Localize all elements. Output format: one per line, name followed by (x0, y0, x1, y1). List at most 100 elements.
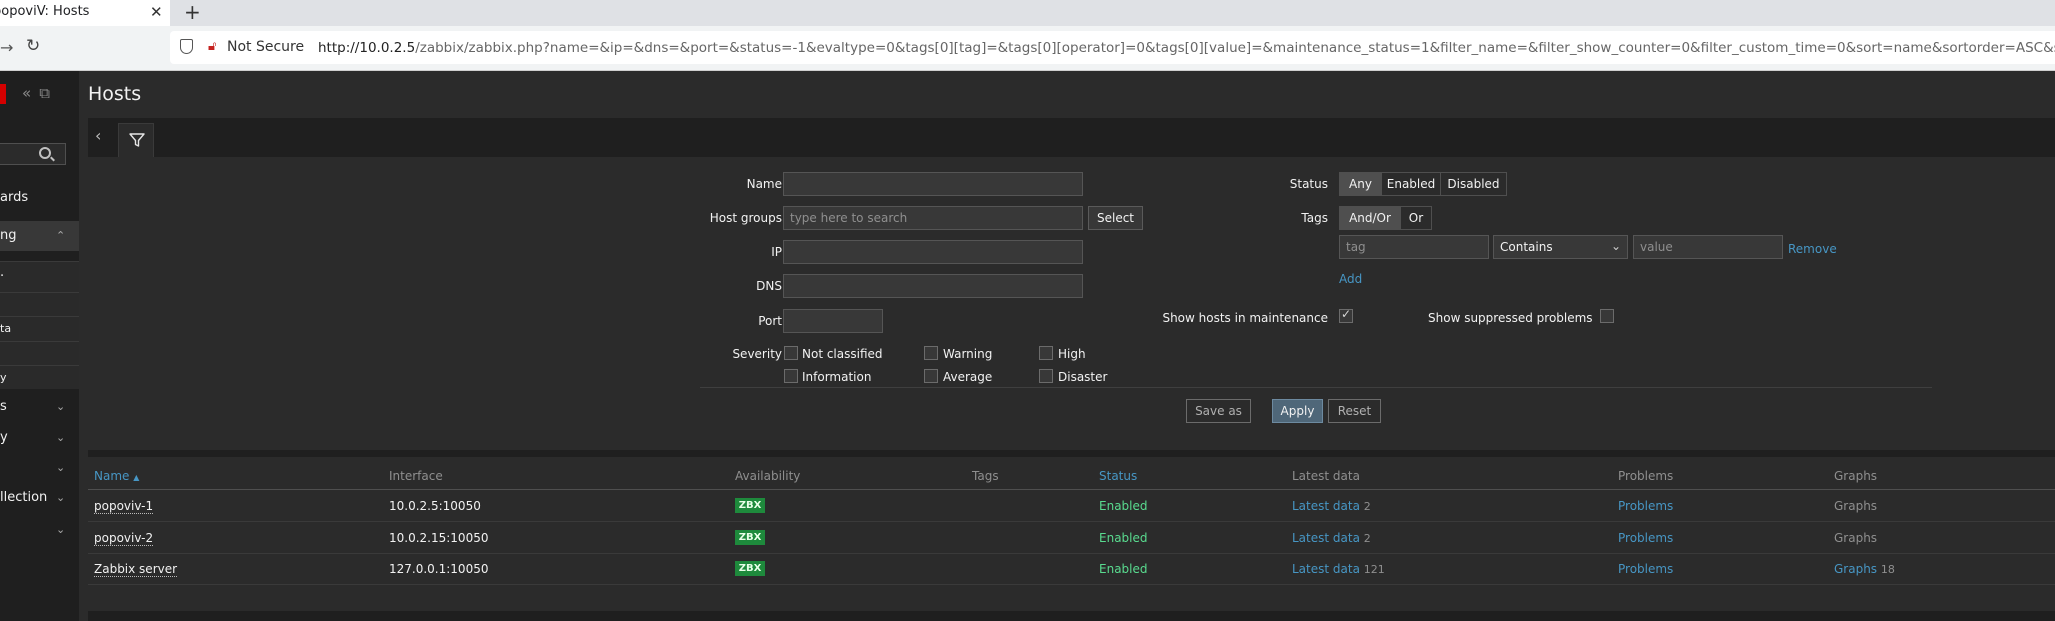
url-text[interactable]: http://10.0.2.5/zabbix/zabbix.php?name=&… (318, 40, 2055, 56)
sidebar-item-label: ards (0, 190, 29, 205)
sidebar-item-services[interactable]: s ⌄ (0, 394, 79, 422)
host-name-link[interactable]: popoviv-2 (94, 531, 154, 546)
severity-warning-checkbox[interactable] (924, 346, 938, 360)
browser-tab-bar: popoviV: Hosts ✕ + (0, 0, 2055, 26)
table-row: popoviv-2 10.0.2.15:10050 ZBX Enabled La… (88, 522, 2055, 553)
graphs-text: Graphs (1834, 531, 1878, 545)
graphs-link[interactable]: Graphs (1834, 562, 1877, 576)
search-icon[interactable] (39, 147, 51, 159)
column-header-graphs: Graphs (1834, 469, 1878, 483)
sidebar-item-label: y (0, 430, 8, 445)
new-tab-icon[interactable]: + (184, 0, 201, 24)
host-name-link[interactable]: popoviv-1 (94, 499, 154, 514)
reset-button[interactable]: Reset (1328, 399, 1381, 423)
filter-panel: Name Host groups type here to search Sel… (88, 157, 2055, 450)
reload-icon[interactable]: ↻ (26, 36, 40, 56)
status-any-toggle[interactable]: Any (1339, 172, 1382, 196)
filter-tab[interactable] (118, 123, 154, 157)
address-bar[interactable]: 🔓︎ Not Secure http://10.0.2.5/zabbix/zab… (170, 31, 2055, 64)
name-label: Name (746, 177, 782, 191)
latest-data-count: 2 (1363, 532, 1371, 545)
apply-button[interactable]: Apply (1272, 399, 1323, 423)
filter-icon (129, 133, 145, 147)
severity-not-classified-checkbox[interactable] (784, 346, 798, 360)
port-input[interactable] (783, 309, 883, 333)
close-tab-icon[interactable]: ✕ (150, 3, 163, 21)
zabbix-app: «⧉ ards ng ⌃ · ta y s ⌄ y ⌄ ⌄ llection ⌄… (0, 71, 2055, 621)
sidebar-subitem-hosts[interactable] (0, 292, 79, 316)
chevron-down-icon: ⌄ (56, 400, 66, 413)
sidebar-item-label: llection (0, 490, 48, 505)
forward-icon[interactable]: → (0, 38, 13, 57)
status-disabled-toggle[interactable]: Disabled (1440, 172, 1507, 196)
status-enabled-link[interactable]: Enabled (1099, 531, 1148, 545)
tag-value-input[interactable]: value (1633, 235, 1783, 259)
tags-and-or-toggle[interactable]: And/Or (1339, 206, 1401, 230)
problems-link[interactable]: Problems (1618, 499, 1673, 513)
severity-average-checkbox[interactable] (924, 369, 938, 383)
sidebar-search-input[interactable] (0, 143, 66, 165)
severity-information-checkbox[interactable] (784, 369, 798, 383)
section-separator (88, 450, 2055, 457)
browser-tab[interactable]: popoviV: Hosts ✕ (0, 0, 170, 26)
zabbix-logo[interactable] (0, 84, 6, 104)
save-as-button[interactable]: Save as (1186, 399, 1251, 423)
status-enabled-toggle[interactable]: Enabled (1381, 172, 1441, 196)
not-secure-label[interactable]: Not Secure (227, 39, 304, 55)
column-header-tags: Tags (972, 469, 999, 483)
remove-tag-link[interactable]: Remove (1788, 242, 1837, 256)
sidebar-item-dashboards[interactable]: ards (0, 190, 79, 210)
collapse-sidebar-icon[interactable]: « (22, 84, 39, 102)
add-tag-link[interactable]: Add (1339, 272, 1362, 286)
column-header-status[interactable]: Status (1099, 469, 1137, 483)
name-input[interactable] (783, 172, 1083, 196)
sidebar-subitem-discovery[interactable]: y (0, 365, 79, 389)
dns-input[interactable] (783, 274, 1083, 298)
latest-data-link[interactable]: Latest data (1292, 531, 1360, 545)
sidebar-item-label: · (0, 269, 5, 284)
status-enabled-link[interactable]: Enabled (1099, 499, 1148, 513)
severity-disaster-checkbox[interactable] (1039, 369, 1053, 383)
problems-link[interactable]: Problems (1618, 531, 1673, 545)
ip-input[interactable] (783, 240, 1083, 264)
host-groups-label: Host groups (709, 211, 782, 225)
status-enabled-link[interactable]: Enabled (1099, 562, 1148, 576)
browser-nav-bar: → ↻ 🔓︎ Not Secure http://10.0.2.5/zabbix… (0, 26, 2055, 71)
sidebar-item-alerts[interactable]: ⌄ (0, 517, 79, 545)
sidebar-item-reports[interactable]: ⌄ (0, 455, 79, 483)
tag-operator-select[interactable]: Contains ⌄ (1493, 235, 1628, 259)
host-groups-input[interactable]: type here to search (783, 206, 1083, 230)
tag-name-input[interactable]: tag (1339, 235, 1489, 259)
tags-or-toggle[interactable]: Or (1400, 206, 1432, 230)
zbx-availability-badge: ZBX (735, 498, 765, 513)
sidebar-item-monitoring[interactable]: ng ⌃ (0, 221, 79, 251)
severity-high-checkbox[interactable] (1039, 346, 1053, 360)
graphs-text: Graphs (1834, 499, 1878, 513)
problems-link[interactable]: Problems (1618, 562, 1673, 576)
insecure-lock-icon[interactable]: 🔓︎ (208, 39, 220, 54)
show-hosts-in-maintenance-checkbox[interactable] (1339, 307, 1353, 323)
show-suppressed-problems-checkbox[interactable] (1600, 309, 1614, 323)
sidebar-subitem-maps[interactable] (0, 341, 79, 365)
host-name-link[interactable]: Zabbix server (94, 562, 178, 577)
chevron-down-icon: ⌄ (56, 491, 66, 504)
severity-option-label: Warning (943, 347, 993, 361)
latest-data-link[interactable]: Latest data (1292, 499, 1360, 513)
chevron-down-icon: ⌄ (56, 461, 66, 474)
graphs-count: 18 (1880, 563, 1895, 576)
kiosk-mode-icon[interactable]: ⧉ (39, 84, 58, 102)
host-interface: 10.0.2.5:10050 (389, 499, 481, 513)
severity-option-label: High (1058, 347, 1086, 361)
host-groups-select-button[interactable]: Select (1088, 206, 1143, 230)
sidebar-item-inventory[interactable]: y ⌄ (0, 425, 79, 453)
sidebar-item-data-collection[interactable]: llection ⌄ (0, 485, 79, 513)
sidebar: «⧉ ards ng ⌃ · ta y s ⌄ y ⌄ ⌄ llection ⌄… (0, 71, 79, 621)
column-header-interface: Interface (389, 469, 443, 483)
column-header-name[interactable]: Name ▲ (94, 469, 139, 483)
chevron-left-icon[interactable]: ‹ (95, 126, 101, 145)
latest-data-link[interactable]: Latest data (1292, 562, 1360, 576)
shield-icon[interactable] (180, 39, 193, 54)
sidebar-item-label: ng (0, 228, 17, 243)
sidebar-subitem-latest-data[interactable]: ta (0, 316, 79, 341)
sidebar-subitem-problems[interactable]: · (0, 261, 79, 292)
